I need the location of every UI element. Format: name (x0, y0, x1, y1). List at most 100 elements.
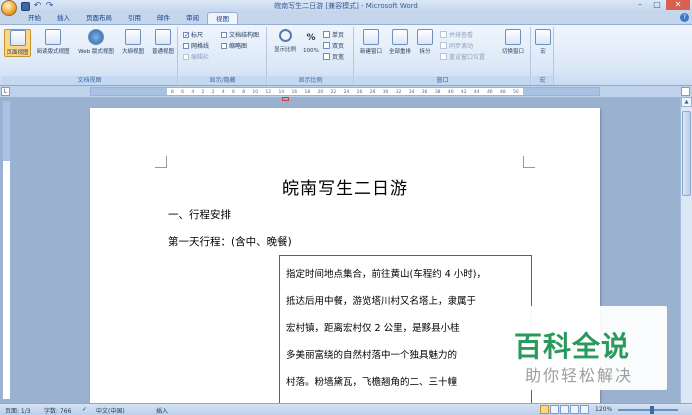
page-width-button[interactable]: 页宽 (323, 52, 344, 61)
view-ruler-icon[interactable] (681, 87, 690, 96)
help-icon[interactable]: ? (680, 13, 689, 22)
ruler-checkbox-row[interactable]: ✓ 标尺 (183, 30, 203, 39)
outline-button[interactable]: 大纲视图 (119, 29, 147, 55)
language-indicator[interactable]: 中文(中国) (96, 406, 125, 415)
ruler-number: 16 (291, 90, 298, 95)
arrange-all-label: 全部重排 (388, 49, 411, 55)
scroll-thumb[interactable] (682, 111, 691, 196)
ruler-number: 2 (201, 90, 205, 95)
ruler-number: 14 (278, 90, 285, 95)
sync-scroll-button: 同步滚动 (440, 41, 473, 50)
zoom-100-label: 100% (303, 48, 319, 54)
gridlines-checkbox[interactable] (183, 42, 189, 49)
office-button[interactable] (1, 0, 17, 16)
document-map-checkbox-row[interactable]: 文档结构图 (221, 30, 259, 39)
page-count[interactable]: 页面: 1/3 (5, 406, 31, 415)
web-layout-label: Web 版式视图 (78, 49, 114, 55)
maximize-button[interactable]: □ (649, 0, 665, 10)
arrange-all-button[interactable]: 全部重排 (386, 29, 414, 55)
thumbnails-checkbox[interactable] (221, 42, 227, 49)
ribbon-tabs: 开始 插入 页面布局 引用 邮件 审阅 视图 (20, 12, 238, 24)
zoom-slider-knob[interactable] (650, 406, 654, 414)
zoom-label: 显示比例 (273, 47, 296, 53)
reset-window-icon (440, 53, 447, 60)
print-layout-view-icon[interactable] (540, 405, 549, 414)
watermark-logo: 百科全说 (514, 330, 631, 363)
two-pages-button[interactable]: 双页 (323, 41, 344, 50)
tab-page-layout[interactable]: 页面布局 (78, 12, 120, 24)
ruler-indent-marker[interactable] (282, 97, 289, 101)
day-one-heading: 第一天行程：(含中、晚餐) (168, 236, 292, 248)
ruler-number: 24 (343, 90, 350, 95)
close-button[interactable]: ✕ (666, 0, 690, 10)
side-by-side-label: 并排查看 (449, 32, 474, 39)
zoom-slider[interactable] (618, 409, 678, 411)
group-label-document-views: 文档视图 (2, 76, 177, 85)
web-layout-button[interactable]: Web 版式视图 (75, 29, 117, 55)
macros-button[interactable]: 宏 (534, 29, 552, 55)
split-button[interactable]: 拆分 (416, 29, 434, 55)
draft-button[interactable]: 普通视图 (149, 29, 177, 55)
ruler-number: 20 (317, 90, 324, 95)
gridlines-checkbox-row[interactable]: 网格线 (183, 41, 209, 50)
switch-windows-label: 切换窗口 (501, 49, 524, 55)
group-label-show-hide: 显示/隐藏 (179, 76, 266, 85)
page-width-label: 页宽 (332, 54, 345, 61)
ruler-number: 22 (330, 90, 337, 95)
group-document-views: 页面视图 阅读版式视图 Web 版式视图 大纲视图 普通视图 文档视图 (2, 27, 178, 85)
tab-home[interactable]: 开始 (20, 12, 49, 24)
zoom-level[interactable]: 120% (595, 406, 612, 413)
one-page-label: 单页 (332, 32, 345, 39)
magnifier-icon (278, 29, 292, 42)
thumbnails-checkbox-row[interactable]: 缩略图 (221, 41, 247, 50)
tab-mailings[interactable]: 邮件 (149, 12, 178, 24)
horizontal-ruler[interactable]: 8 6 4 2 2 4 6 8 10 12 14 16 18 20 22 24 26 28 30 32 34 36 38 40… (90, 87, 600, 96)
scroll-up-arrow-icon[interactable]: ▲ (681, 97, 692, 107)
one-page-button[interactable]: 单页 (323, 30, 344, 39)
group-label-zoom: 显示比例 (268, 76, 353, 85)
switch-windows-button[interactable]: 切换窗口 (497, 29, 529, 55)
percent-icon: % (306, 33, 316, 43)
tab-review[interactable]: 审阅 (178, 12, 207, 24)
insert-mode[interactable]: 插入 (156, 406, 168, 415)
draft-view-icon[interactable] (580, 405, 589, 414)
web-view-icon[interactable] (560, 405, 569, 414)
ruler-number: 30 (382, 90, 389, 95)
ruler-left-margin (91, 88, 167, 95)
ruler-number: 46 (486, 90, 493, 95)
outline-view-icon[interactable] (570, 405, 579, 414)
vertical-scrollbar[interactable]: ▲ (680, 97, 692, 403)
tab-insert[interactable]: 插入 (49, 12, 78, 24)
zoom-100-button[interactable]: % 100% (301, 29, 321, 54)
word-count[interactable]: 字数: 766 (44, 406, 71, 415)
document-map-checkbox[interactable] (221, 31, 227, 38)
zoom-button[interactable]: 显示比例 (270, 29, 300, 53)
window-title: 皖南写生二日游 [兼容模式] - Microsoft Word (274, 2, 418, 10)
ruler-number: 6 (232, 90, 235, 95)
ruler-number: 48 (499, 90, 506, 95)
ruler-checkbox[interactable]: ✓ (183, 31, 189, 38)
new-window-button[interactable]: 新建窗口 (357, 29, 385, 55)
full-reading-button[interactable]: 阅读版式视图 (33, 29, 73, 55)
group-show-hide: ✓ 标尺 网格线 编辑栏 文档结构图 缩略图 显示/隐藏 (179, 27, 267, 85)
reading-view-icon[interactable] (550, 405, 559, 414)
textbox-line: 村落。粉墙黛瓦，飞檐翘角的二、三十幢 (286, 377, 458, 388)
new-window-label: 新建窗口 (359, 49, 382, 55)
arrange-all-icon (392, 29, 408, 45)
print-layout-label: 页面视图 (6, 50, 29, 56)
minimize-button[interactable]: – (632, 0, 648, 10)
gridlines-checkbox-label: 网格线 (191, 43, 210, 50)
textbox-line: 宏村镇，距离宏村仅 2 公里，是黟县小桂 (286, 323, 460, 334)
ruler-number: 40 (447, 90, 454, 95)
ruler-number: 44 (473, 90, 480, 95)
proofing-icon[interactable]: ✓ (82, 406, 87, 413)
ruler-number: 4 (191, 90, 195, 95)
reset-window-button: 重设窗口位置 (440, 52, 485, 61)
ruler-number: 38 (434, 90, 441, 95)
tab-references[interactable]: 引用 (120, 12, 149, 24)
print-layout-button[interactable]: 页面视图 (4, 29, 31, 57)
status-bar: 页面: 1/3 字数: 766 ✓ 中文(中国) 插入 120% (0, 403, 692, 415)
tab-selector[interactable]: L (1, 87, 10, 96)
itinerary-textbox[interactable]: 指定时间地点集合，前往黄山(车程约 4 小时)， 抵达后用中餐，游览塔川村又名塔… (279, 255, 532, 412)
tab-view[interactable]: 视图 (207, 12, 238, 24)
